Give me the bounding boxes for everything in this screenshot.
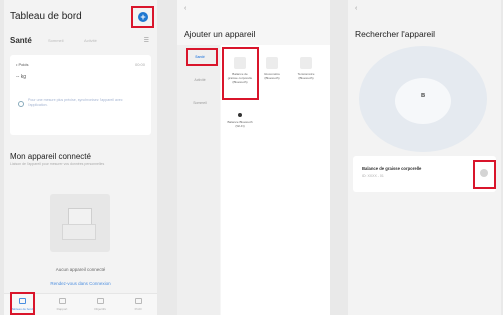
category-sleep[interactable]: Sommeil [181,101,219,105]
empty-devices-card: Aucun appareil connecté Rendez-vous dans… [10,172,151,292]
page-title: Rechercher l'appareil [355,29,436,39]
search-device-screen: ‹ Rechercher l'appareil в Balance de gra… [348,0,501,315]
info-icon [18,101,24,107]
menu-icon[interactable]: ☰ [144,37,149,44]
tab-report[interactable]: Rapport [47,298,77,311]
found-device-id: ID: XXXX - 01 [362,174,384,178]
weight-card[interactable]: • Poids 00:00 -- kg Pour une mesure plus… [10,55,151,135]
radar-inner-ring [395,78,451,124]
category-sidebar: Santé Activité Sommeil [177,45,220,315]
health-title: Santé [10,36,32,45]
tab-sleep[interactable]: Sommeil [48,38,64,43]
highlight-dashboard-tab [10,292,35,315]
glucometer-icon [266,57,278,69]
back-button[interactable]: ‹ [184,5,186,12]
highlight-connect-button [473,160,496,189]
device-glucometer[interactable]: Glucomètre (Bluetooth) [259,57,285,80]
profile-icon [134,298,142,304]
blood-pressure-icon [300,57,312,69]
add-device-screen: ‹ Ajouter un appareil Santé Activité Som… [177,0,330,315]
weight-value: -- kg [16,74,26,80]
category-activity[interactable]: Activité [181,78,219,82]
page-title: Ajouter un appareil [184,29,256,39]
health-header: Santé Sommeil Activité ☰ [10,36,151,48]
empty-illustration [50,194,110,252]
highlight-body-fat-scale [222,47,259,100]
tab-profile[interactable]: Profil [123,298,153,311]
found-device-name: Balance de graisse corporelle [362,166,422,171]
device-wifi-scale[interactable]: Balance Bluetooth (Wi-Fi) [227,113,253,128]
page-title: Tableau de bord [10,11,82,22]
tab-activity[interactable]: Activité [84,38,97,43]
report-icon [58,298,66,304]
connected-devices-title: Mon appareil connecté [10,152,91,161]
tab-goals[interactable]: Objectifs [85,298,115,311]
connected-devices-subtitle: Liaison de l'appareil pour mesurer vos d… [10,162,105,166]
highlight-health-category [186,48,218,66]
device-blood-pressure[interactable]: Tensiomètre (Bluetooth) [293,57,319,80]
bluetooth-icon: в [420,92,426,99]
sync-note-text: Pour une mesure plus précise, synchronis… [28,98,123,107]
sync-note: Pour une mesure plus précise, synchronis… [18,98,143,114]
goals-icon [96,298,104,304]
weight-time: 00:00 [134,62,145,67]
empty-message: Aucun appareil connecté [55,267,106,272]
wifi-scale-icon [238,113,242,117]
back-button[interactable]: ‹ [355,5,357,12]
highlight-add-button [131,6,154,28]
go-to-connection-link[interactable]: Rendez-vous dans Connexion [10,281,151,286]
dashboard-screen: Tableau de bord + Santé Sommeil Activité… [4,0,157,315]
weight-label: • Poids [16,62,29,67]
